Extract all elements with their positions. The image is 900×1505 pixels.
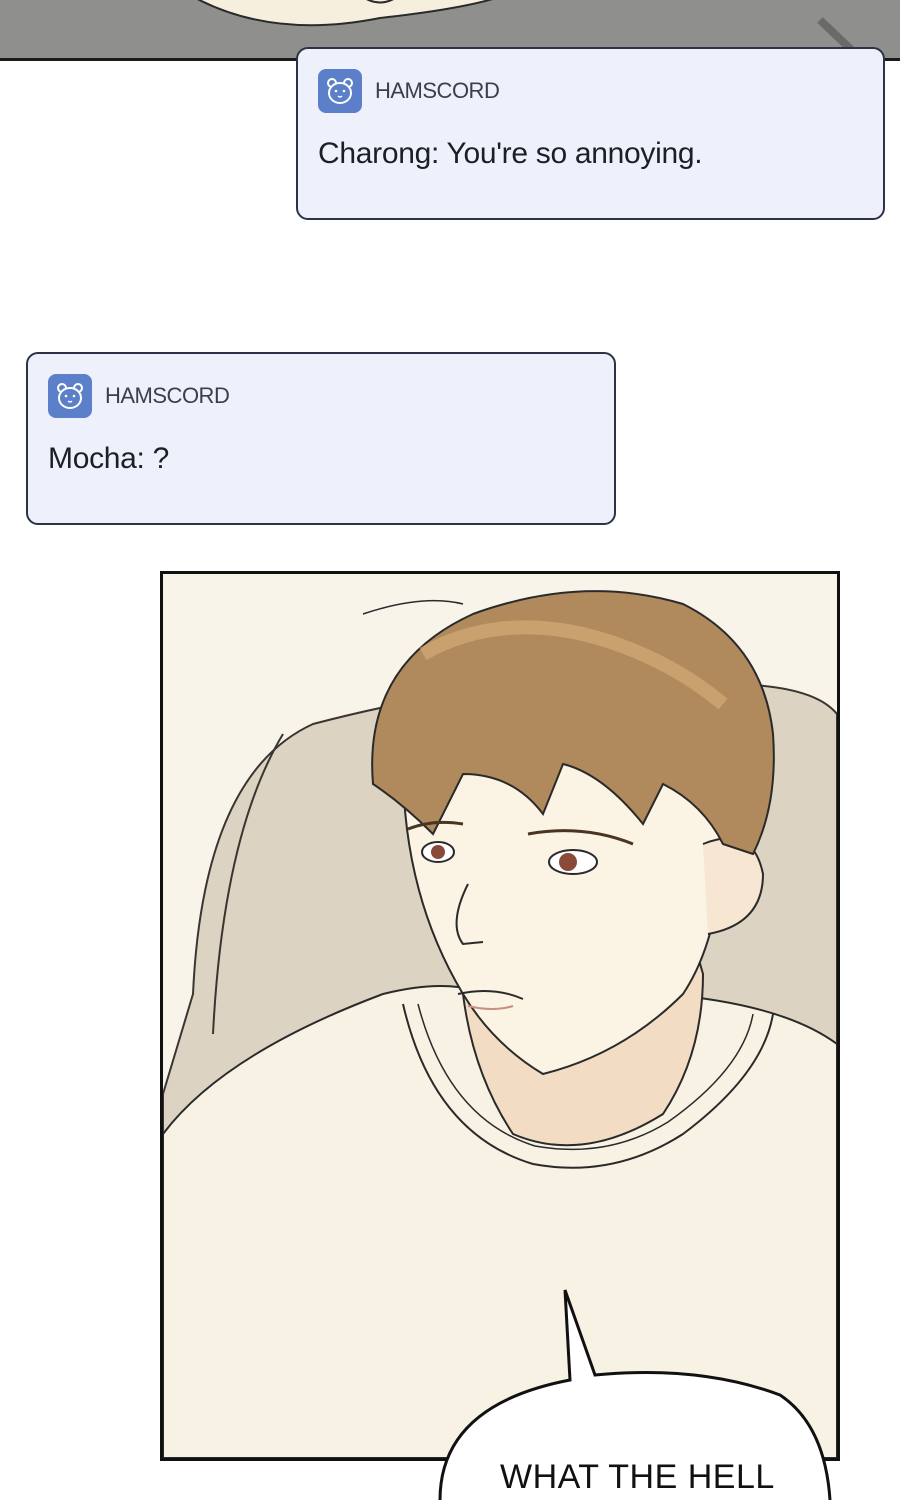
notification-header: HAMSCORD xyxy=(48,374,230,418)
notification-card-1[interactable]: HAMSCORD Charong: You're so annoying. xyxy=(296,47,885,220)
hamster-icon xyxy=(48,374,92,418)
notification-message: Mocha: ? xyxy=(48,442,169,475)
app-name: HAMSCORD xyxy=(375,78,500,103)
speech-bubble-text: WHAT THE HELL xyxy=(500,1458,775,1496)
hamster-icon xyxy=(318,69,362,113)
app-name: HAMSCORD xyxy=(105,383,230,408)
notification-card-2[interactable]: HAMSCORD Mocha: ? xyxy=(26,352,616,525)
notification-message: Charong: You're so annoying. xyxy=(318,137,703,170)
notification-header: HAMSCORD xyxy=(318,69,500,113)
